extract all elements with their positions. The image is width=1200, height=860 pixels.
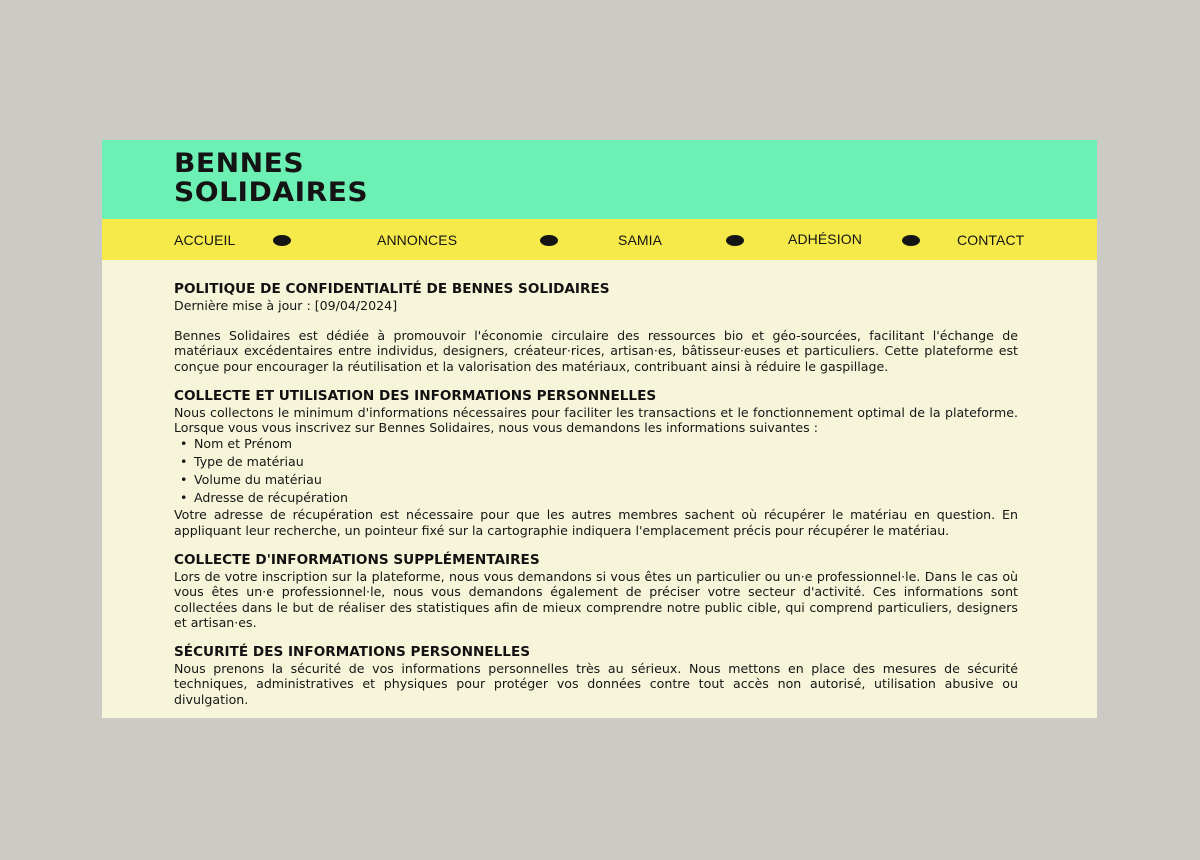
list-item: Nom et Prénom (180, 435, 1018, 453)
site-logo[interactable]: BENNES SOLIDAIRES (174, 149, 368, 207)
section-paragraph: Votre adresse de récupération est nécess… (174, 507, 1018, 538)
section-heading: SÉCURITÉ DES INFORMATIONS PERSONNELLES (174, 644, 531, 661)
section-paragraph: Nous collectons le minimum d'information… (174, 404, 1018, 436)
list-item: Adresse de récupération (180, 489, 1018, 507)
nav-annonces[interactable]: ANNONCES (377, 232, 457, 248)
nav-samia[interactable]: SAMIA (618, 232, 662, 248)
section-heading: COLLECTE D'INFORMATIONS SUPPLÉMENTAIRES (174, 552, 540, 569)
ellipse-dot-icon (726, 235, 744, 246)
policy-content: POLITIQUE DE CONFIDENTIALITÉ DE BENNES S… (174, 281, 1018, 718)
ellipse-dot-icon (273, 235, 291, 246)
nav-adhesion[interactable]: ADHÉSION (788, 231, 862, 247)
section-heading: COLLECTE ET UTILISATION DES INFORMATIONS… (174, 388, 657, 405)
nav-contact[interactable]: CONTACT (957, 232, 1024, 248)
list-item: Type de matériau (180, 453, 1018, 471)
list-item: Volume du matériau (180, 471, 1018, 489)
section-paragraph: Nous prenons la sécurité de vos informat… (174, 660, 1018, 707)
intro-paragraph: Bennes Solidaires est dédiée à promouvoi… (174, 327, 1018, 374)
logo-line-1: BENNES (174, 148, 305, 179)
main-nav: ACCUEIL ANNONCES SAMIA ADHÉSION CONTACT (102, 219, 1097, 260)
site-header: BENNES SOLIDAIRES (102, 140, 1097, 219)
last-updated: Dernière mise à jour : [09/04/2024] (174, 297, 398, 313)
page-title: POLITIQUE DE CONFIDENTIALITÉ DE BENNES S… (174, 281, 610, 297)
nav-accueil[interactable]: ACCUEIL (174, 232, 235, 248)
logo-line-2: SOLIDAIRES (174, 177, 369, 208)
section-paragraph: Lors de votre inscription sur la platefo… (174, 568, 1018, 630)
ellipse-dot-icon (540, 235, 558, 246)
website-frame: BENNES SOLIDAIRES ACCUEIL ANNONCES SAMIA… (102, 140, 1097, 718)
ellipse-dot-icon (902, 235, 920, 246)
info-list: Nom et Prénom Type de matériau Volume du… (174, 435, 1018, 507)
